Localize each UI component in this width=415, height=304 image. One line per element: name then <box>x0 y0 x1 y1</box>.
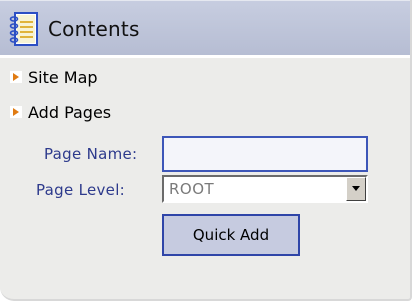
orange-arrow-icon <box>10 71 22 83</box>
nav-label-site-map[interactable]: Site Map <box>28 68 98 87</box>
nav-label-add-pages[interactable]: Add Pages <box>28 103 111 122</box>
page-name-label: Page Name: <box>44 145 138 163</box>
page-level-value: ROOT <box>169 180 215 198</box>
panel-title: Contents <box>48 17 140 41</box>
page-level-label: Page Level: <box>36 181 126 199</box>
page-level-select[interactable]: ROOT <box>162 175 368 203</box>
nav-item-site-map[interactable]: Site Map <box>10 66 98 88</box>
quick-add-button[interactable]: Quick Add <box>162 214 300 256</box>
page-name-input[interactable] <box>162 136 368 172</box>
notebook-icon <box>9 12 38 46</box>
orange-arrow-icon <box>10 106 22 118</box>
contents-panel: Contents Site Map Add Pages Page Name: P… <box>0 0 412 301</box>
chevron-down-icon <box>352 186 360 191</box>
dropdown-button[interactable] <box>346 177 366 201</box>
nav-item-add-pages[interactable]: Add Pages <box>10 101 111 123</box>
panel-header: Contents <box>0 0 410 58</box>
